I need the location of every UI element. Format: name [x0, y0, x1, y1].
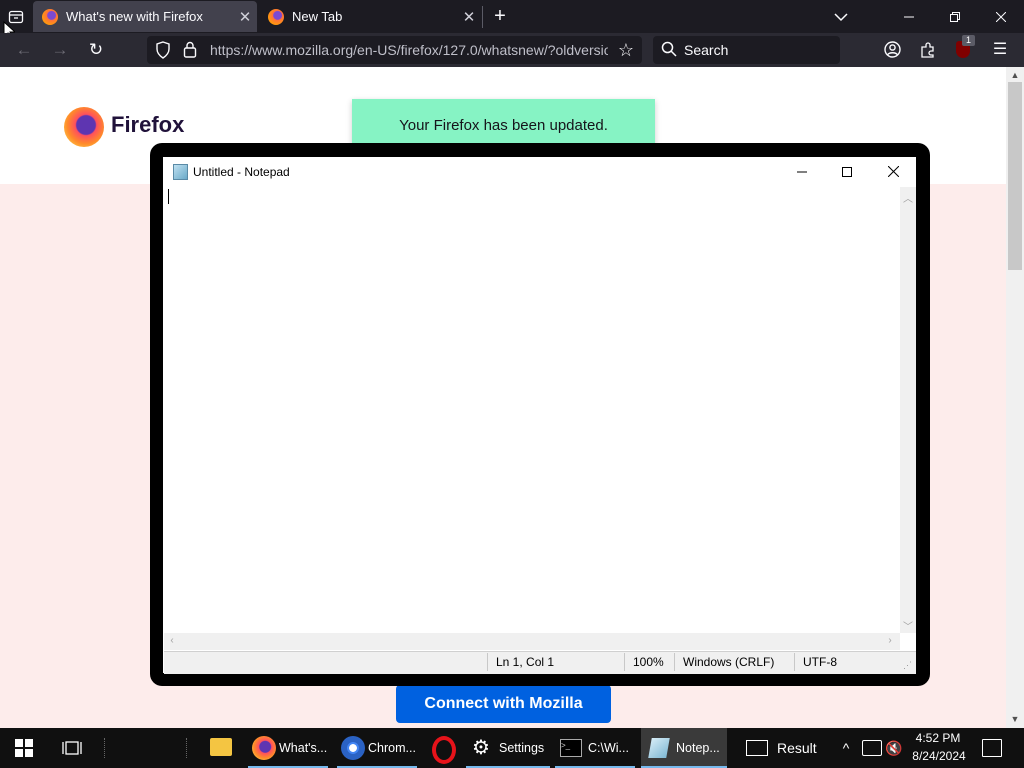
volume-muted-icon[interactable]: 🔇 [885, 728, 902, 768]
connect-with-mozilla-button[interactable]: Connect with Mozilla [396, 685, 611, 723]
firefox-wordmark: Firefox [111, 112, 185, 137]
show-hidden-icons-chevron-icon[interactable]: ^ [838, 728, 854, 768]
list-tabs-chevron-icon[interactable] [828, 0, 854, 33]
extensions-puzzle-icon[interactable] [920, 41, 938, 59]
clock-date[interactable]: 8/24/2024 [909, 749, 969, 763]
terminal-icon: >_ [560, 739, 582, 757]
notepad-text-area[interactable] [164, 187, 900, 635]
account-icon[interactable] [884, 41, 902, 59]
notepad-horizontal-scrollbar[interactable] [164, 633, 900, 650]
notepad-close-icon[interactable] [870, 157, 916, 187]
status-separator [674, 653, 675, 671]
taskbar-app-chrome[interactable]: Chrom... [337, 728, 417, 768]
back-arrow-icon[interactable]: ← [9, 33, 39, 67]
windows-start-icon[interactable] [15, 739, 33, 757]
scroll-down-chevron-icon[interactable]: ﹀ [900, 618, 916, 633]
tab-divider [482, 6, 483, 28]
result-icon [746, 740, 768, 756]
opera-icon [432, 736, 456, 764]
notepad-app-icon [173, 164, 188, 180]
notepad-vertical-scrollbar[interactable] [900, 187, 916, 633]
taskbar-app-firefox[interactable]: What's... [248, 728, 328, 768]
restore-icon[interactable] [932, 0, 978, 33]
gear-icon: ⚙ [472, 737, 490, 759]
resize-grip-icon[interactable]: ⋰ [903, 660, 912, 671]
chrome-icon [341, 736, 365, 760]
taskbar-app-label: Settings [499, 741, 545, 755]
scroll-down-arrow-icon[interactable]: ▼ [1006, 714, 1024, 724]
forward-arrow-icon[interactable]: → [45, 33, 75, 67]
taskbar-divider [186, 738, 189, 758]
notepad-maximize-icon[interactable] [824, 157, 870, 187]
bookmark-star-icon[interactable]: ☆ [611, 33, 641, 67]
search-placeholder[interactable]: Search [684, 36, 728, 64]
task-view-icon[interactable] [62, 739, 82, 757]
notepad-icon [648, 738, 670, 758]
tab-title: What's new with Firefox [66, 9, 203, 24]
taskbar-app-settings[interactable]: ⚙ Settings [466, 728, 550, 768]
taskbar-app-label: Chrom... [368, 741, 416, 755]
status-separator [624, 653, 625, 671]
status-separator [487, 653, 488, 671]
tracking-shield-icon[interactable] [155, 41, 173, 59]
search-bar[interactable] [653, 36, 840, 64]
new-tab-plus-icon[interactable]: + [487, 0, 513, 33]
taskbar-app-label: Notep... [676, 741, 720, 755]
notepad-minimize-icon[interactable] [779, 157, 825, 187]
scroll-up-arrow-icon[interactable]: ▲ [1006, 70, 1024, 80]
lock-icon[interactable] [183, 41, 199, 59]
scroll-left-chevron-icon[interactable]: ‹ [166, 635, 178, 646]
page-scrollbar-thumb[interactable] [1008, 82, 1022, 270]
status-zoom: 100% [633, 655, 664, 669]
menu-hamburger-icon[interactable]: ☰ [985, 33, 1015, 67]
url-text[interactable]: https://www.mozilla.org/en-US/firefox/12… [210, 36, 608, 64]
scroll-up-chevron-icon[interactable]: ︿ [900, 190, 916, 205]
network-icon[interactable] [862, 740, 882, 756]
notepad-title: Untitled - Notepad [193, 165, 290, 179]
text-caret [168, 189, 169, 204]
close-tab-icon[interactable]: ✕ [457, 8, 481, 26]
tab-new-tab[interactable]: New Tab ✕ [259, 1, 481, 32]
tab-whats-new[interactable]: What's new with Firefox ✕ [33, 1, 257, 32]
taskbar-app-opera[interactable] [424, 728, 464, 768]
status-separator [794, 653, 795, 671]
tab-title: New Tab [292, 9, 343, 24]
taskbar-divider [104, 738, 107, 758]
close-tab-icon[interactable]: ✕ [233, 8, 257, 26]
extension-badge: 1 [962, 35, 975, 46]
search-icon [661, 41, 677, 57]
status-cursor-position: Ln 1, Col 1 [496, 655, 555, 669]
file-explorer-icon[interactable] [210, 738, 232, 756]
scroll-right-chevron-icon[interactable]: › [884, 635, 896, 646]
taskbar-app-result[interactable]: Result [741, 728, 829, 768]
firefox-favicon-icon [268, 8, 284, 25]
taskbar-app-label: C:\Wi... [588, 741, 629, 755]
reload-icon[interactable]: ↻ [81, 33, 111, 67]
minimize-icon[interactable] [886, 0, 932, 33]
status-encoding: UTF-8 [803, 655, 837, 669]
status-line-ending: Windows (CRLF) [683, 655, 775, 669]
taskbar-app-label: Result [777, 740, 817, 756]
clock-time[interactable]: 4:52 PM [913, 731, 963, 745]
taskbar-app-label: What's... [279, 741, 328, 755]
firefox-icon [252, 736, 276, 760]
close-window-icon[interactable] [978, 0, 1024, 33]
taskbar-app-notepad[interactable]: Notep... [641, 728, 727, 768]
firefox-logo-icon [64, 107, 104, 147]
notification-center-icon[interactable] [982, 739, 1002, 757]
taskbar-app-command-prompt[interactable]: >_ C:\Wi... [555, 728, 635, 768]
firefox-favicon-icon [42, 8, 58, 25]
